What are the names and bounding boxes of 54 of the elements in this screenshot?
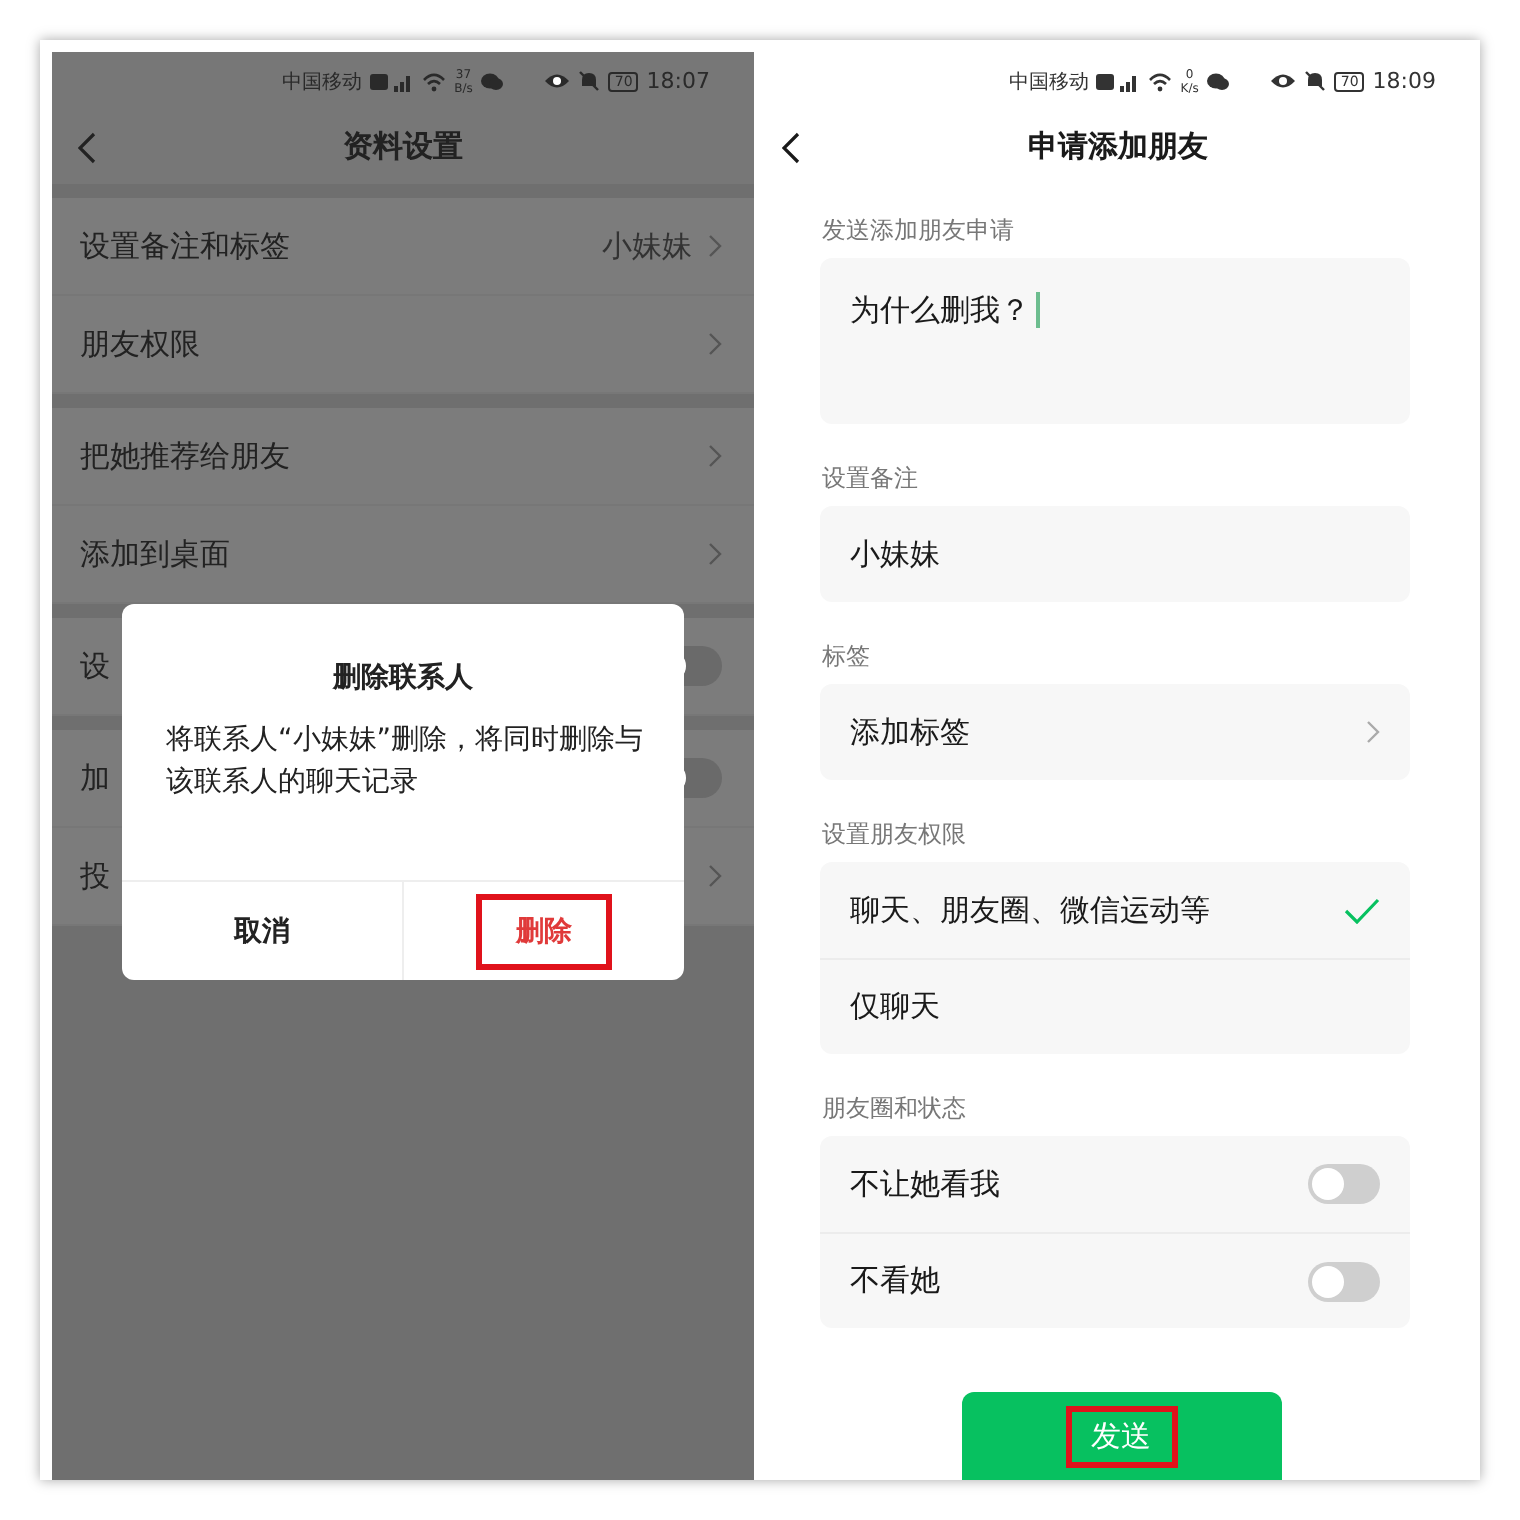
row-label: 投 bbox=[80, 857, 110, 895]
back-icon[interactable] bbox=[782, 132, 800, 164]
screen-title: 资料设置 bbox=[343, 128, 463, 166]
section-label: 设置备注 bbox=[822, 462, 920, 496]
settings-row[interactable]: 朋友权限 bbox=[52, 296, 754, 394]
chevron-icon bbox=[708, 444, 722, 468]
screen-title: 申请添加朋友 bbox=[1028, 128, 1208, 166]
eye-icon bbox=[544, 72, 571, 90]
row-value: 小妹妹 bbox=[602, 227, 692, 265]
eye-icon bbox=[1270, 72, 1297, 90]
carrier-name: 中国移动 bbox=[282, 69, 363, 95]
carrier-name: 中国移动 bbox=[1008, 69, 1089, 95]
section-label: 设置朋友权限 bbox=[822, 818, 968, 852]
message-field[interactable]: 为什么删我？ bbox=[820, 258, 1410, 424]
toggle-switch[interactable] bbox=[1308, 1261, 1380, 1301]
dialog-title: 删除联系人 bbox=[330, 660, 475, 696]
option-label: 不让她看我 bbox=[850, 1165, 1000, 1203]
muted-bell-icon bbox=[578, 70, 601, 92]
row-label: 把她推荐给朋友 bbox=[80, 437, 290, 475]
section-label: 发送添加朋友申请 bbox=[822, 214, 1016, 248]
tag-row[interactable]: 添加标签 bbox=[820, 684, 1410, 780]
row-label: 加 bbox=[80, 759, 110, 797]
settings-row[interactable]: 设置备注和标签 小妹妹 bbox=[52, 198, 754, 296]
row-label: 添加到桌面 bbox=[80, 535, 230, 573]
settings-row[interactable]: 添加到桌面 bbox=[52, 506, 754, 604]
chat-icon bbox=[1206, 71, 1231, 91]
chevron-icon bbox=[1366, 720, 1380, 744]
signal-icon bbox=[1096, 71, 1141, 91]
row-label: 设置备注和标签 bbox=[80, 227, 290, 265]
status-time: 18:07 bbox=[646, 68, 710, 94]
dialog-button[interactable]: 取消 bbox=[194, 893, 330, 969]
permission-option[interactable]: 仅聊天 bbox=[820, 958, 1410, 1054]
signal-icon bbox=[370, 71, 415, 91]
toggle-switch[interactable] bbox=[1308, 1164, 1380, 1204]
chevron-icon bbox=[708, 864, 722, 888]
wifi-icon bbox=[1148, 71, 1173, 91]
section-label: 标签 bbox=[822, 640, 872, 674]
checkmark-icon bbox=[1344, 897, 1380, 923]
chevron-icon bbox=[708, 234, 722, 258]
chat-icon bbox=[480, 71, 505, 91]
remark-field[interactable]: 小妹妹 bbox=[820, 506, 1410, 602]
settings-row[interactable]: 把她推荐给朋友 bbox=[52, 408, 754, 506]
row-label: 设 bbox=[80, 647, 110, 685]
section-label: 朋友圈和状态 bbox=[822, 1092, 968, 1126]
dialog-button[interactable]: 删除 bbox=[476, 893, 612, 969]
muted-bell-icon bbox=[1304, 70, 1327, 92]
chevron-icon bbox=[708, 332, 722, 356]
permission-option[interactable]: 聊天、朋友圈、微信运动等 bbox=[820, 862, 1410, 958]
dialog-message: 将联系人“小妹妹”删除，将同时删除与该联系人的聊天记录 bbox=[164, 722, 646, 802]
status-time: 18:09 bbox=[1372, 68, 1436, 94]
wifi-icon bbox=[422, 71, 447, 91]
chevron-icon bbox=[708, 542, 722, 566]
option-label: 不看她 bbox=[850, 1262, 940, 1300]
row-label: 朋友权限 bbox=[80, 325, 200, 363]
